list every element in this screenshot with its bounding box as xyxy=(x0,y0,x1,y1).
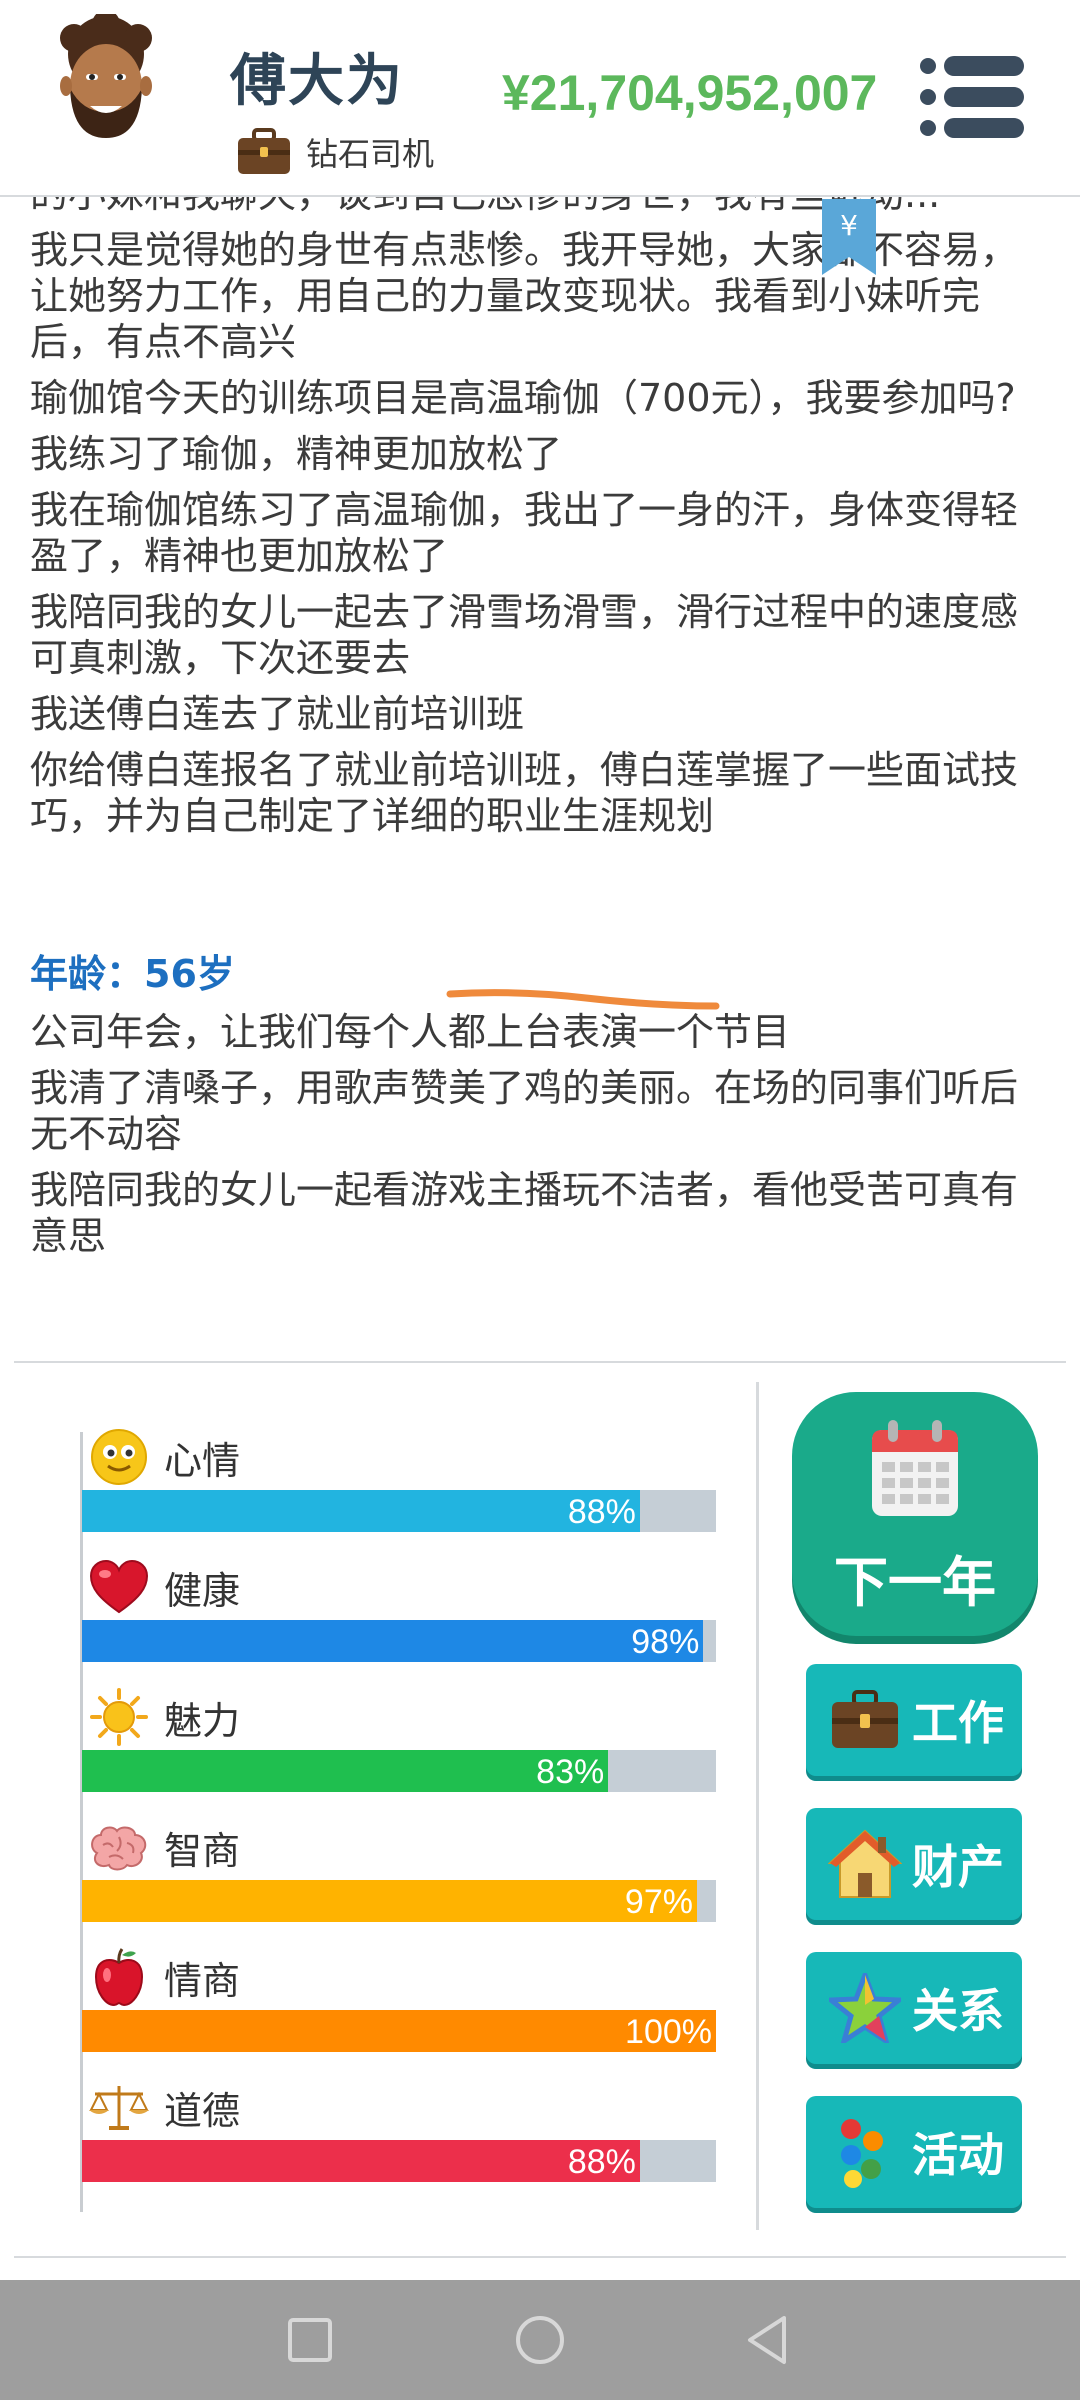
activities-dots-icon xyxy=(828,2115,902,2189)
log-entry: 你给傅白莲报名了就业前培训班，傅白莲掌握了一些面试技巧，并为自己制定了详细的职业… xyxy=(30,748,1019,838)
recents-square-icon[interactable] xyxy=(280,2310,340,2370)
stat-mood-label: 心情 xyxy=(164,1438,241,1483)
stat-morality-label: 道德 xyxy=(164,2088,241,2133)
stat-iq-label: 智商 xyxy=(164,1828,241,1873)
stat-charm-value: 83% xyxy=(536,1753,605,1791)
work-button[interactable]: 工作 xyxy=(806,1664,1022,1776)
stat-health-value: 98% xyxy=(631,1623,700,1661)
stat-mood-value: 88% xyxy=(567,1493,636,1531)
stat-eq-label: 情商 xyxy=(164,1958,241,2003)
money-balance: ¥21,704,952,007 xyxy=(502,65,878,121)
job-info: 钻石司机 xyxy=(236,128,434,176)
top-bar: 傅大为 钻石司机 ¥21,704,952,007 xyxy=(0,0,1080,197)
stat-health-bar: 98% xyxy=(82,1620,716,1662)
scales-icon xyxy=(88,2076,150,2138)
next-year-label: 下一年 xyxy=(834,1551,996,1614)
stat-mood-fill: 88% xyxy=(82,1490,640,1532)
briefcase-icon xyxy=(238,128,290,174)
smiley-icon xyxy=(88,1426,150,1488)
log-entry: 我陪同我的女儿一起去了滑雪场滑雪，滑行过程中的速度感可真刺激，下次还要去 xyxy=(30,590,1019,680)
stat-health-header: 健康 xyxy=(82,1554,716,1620)
stat-eq-fill: 100% xyxy=(82,2010,716,2052)
relations-label: 关系 xyxy=(912,1984,1004,2038)
stat-health-fill: 98% xyxy=(82,1620,704,1662)
stat-charm-header: 魅力 xyxy=(82,1684,716,1750)
log-entry: 我在瑜伽馆练习了高温瑜伽，我出了一身的汗，身体变得轻盈了，精神也更加放松了 xyxy=(30,488,1019,578)
sun-icon xyxy=(88,1686,150,1748)
stat-iq: 智商 97% xyxy=(82,1814,716,1922)
hamburger-menu-icon[interactable] xyxy=(918,52,1024,142)
log-entry: 我练习了瑜伽，精神更加放松了 xyxy=(30,432,563,476)
stat-mood: 心情 88% xyxy=(82,1424,716,1532)
stat-iq-header: 智商 xyxy=(82,1814,716,1880)
apple-icon xyxy=(88,1946,150,2008)
job-title: 钻石司机 xyxy=(306,135,435,173)
section-divider xyxy=(14,1361,1066,1363)
log-entry: 我只是觉得她的身世有点悲惨。我开导她，大家都不容易，让她努力工作，用自己的力量改… xyxy=(30,228,1019,364)
back-triangle-icon[interactable] xyxy=(738,2310,798,2370)
svg-text:¥: ¥ xyxy=(840,209,858,242)
house-icon xyxy=(828,1827,902,1901)
stat-charm-fill: 83% xyxy=(82,1750,609,1792)
heart-icon xyxy=(88,1556,150,1618)
home-circle-icon[interactable] xyxy=(510,2310,570,2370)
event-log-content: 的小妹和我聊天，谈到自己悲惨的身世，我有些触动... 我只是觉得她的身世有点悲惨… xyxy=(30,197,1050,1269)
bottom-divider xyxy=(14,2256,1066,2258)
briefcase-icon xyxy=(828,1683,902,1757)
relations-button[interactable]: 关系 xyxy=(806,1952,1022,2064)
calendar-icon xyxy=(872,1420,958,1516)
stat-eq-header: 情商 xyxy=(82,1944,716,2010)
stat-morality: 道德 88% xyxy=(82,2074,716,2182)
system-nav-bar xyxy=(0,2280,1080,2400)
panel-separator xyxy=(756,1382,759,2230)
stat-iq-bar: 97% xyxy=(82,1880,716,1922)
stat-eq-value: 100% xyxy=(625,2013,712,2051)
activities-button[interactable]: 活动 xyxy=(806,2096,1022,2208)
next-year-button[interactable]: 下一年 xyxy=(792,1392,1038,1636)
log-entry: 我陪同我的女儿一起看游戏主播玩不洁者，看他受苦可真有意思 xyxy=(30,1168,1019,1258)
log-entry: 我清了清嗓子，用歌声赞美了鸡的美丽。在场的同事们听后无不动容 xyxy=(30,1066,1019,1156)
yen-bookmark-icon[interactable]: ¥ xyxy=(822,199,876,275)
log-entry: 瑜伽馆今天的训练项目是高温瑜伽（700元），我要参加吗? xyxy=(30,376,1016,420)
property-button[interactable]: 财产 xyxy=(806,1808,1022,1920)
stat-morality-bar: 88% xyxy=(82,2140,716,2182)
stat-eq: 情商 100% xyxy=(82,1944,716,2052)
stat-morality-value: 88% xyxy=(567,2143,636,2181)
log-entry: 我送傅白莲去了就业前培训班 xyxy=(30,692,525,736)
orange-underline-mark xyxy=(446,989,720,1010)
stat-morality-header: 道德 xyxy=(82,2074,716,2140)
stat-charm: 魅力 83% xyxy=(82,1684,716,1792)
star-icon xyxy=(828,1971,902,2045)
property-label: 财产 xyxy=(912,1840,1004,1894)
work-label: 工作 xyxy=(912,1696,1004,1750)
stat-mood-bar: 88% xyxy=(82,1490,716,1532)
stat-morality-fill: 88% xyxy=(82,2140,640,2182)
log-entry: 的小妹和我聊天，谈到自己悲惨的身世，我有些触动... xyxy=(30,197,1050,217)
avatar[interactable] xyxy=(50,14,162,142)
stat-eq-bar: 100% xyxy=(82,2010,716,2052)
stat-health: 健康 98% xyxy=(82,1554,716,1662)
player-name: 傅大为 xyxy=(230,49,404,114)
stat-iq-value: 97% xyxy=(624,1883,693,1921)
stat-health-label: 健康 xyxy=(164,1568,241,1613)
stat-charm-label: 魅力 xyxy=(164,1698,241,1743)
brain-icon xyxy=(88,1816,150,1878)
event-log[interactable]: 的小妹和我聊天，谈到自己悲惨的身世，我有些触动... 我只是觉得她的身世有点悲惨… xyxy=(0,197,1080,1359)
stat-mood-header: 心情 xyxy=(82,1424,716,1490)
stat-iq-fill: 97% xyxy=(82,1880,697,1922)
log-entry: 公司年会，让我们每个人都上台表演一个节目 xyxy=(30,1010,791,1054)
stat-charm-bar: 83% xyxy=(82,1750,716,1792)
activities-label: 活动 xyxy=(912,2128,1004,2182)
